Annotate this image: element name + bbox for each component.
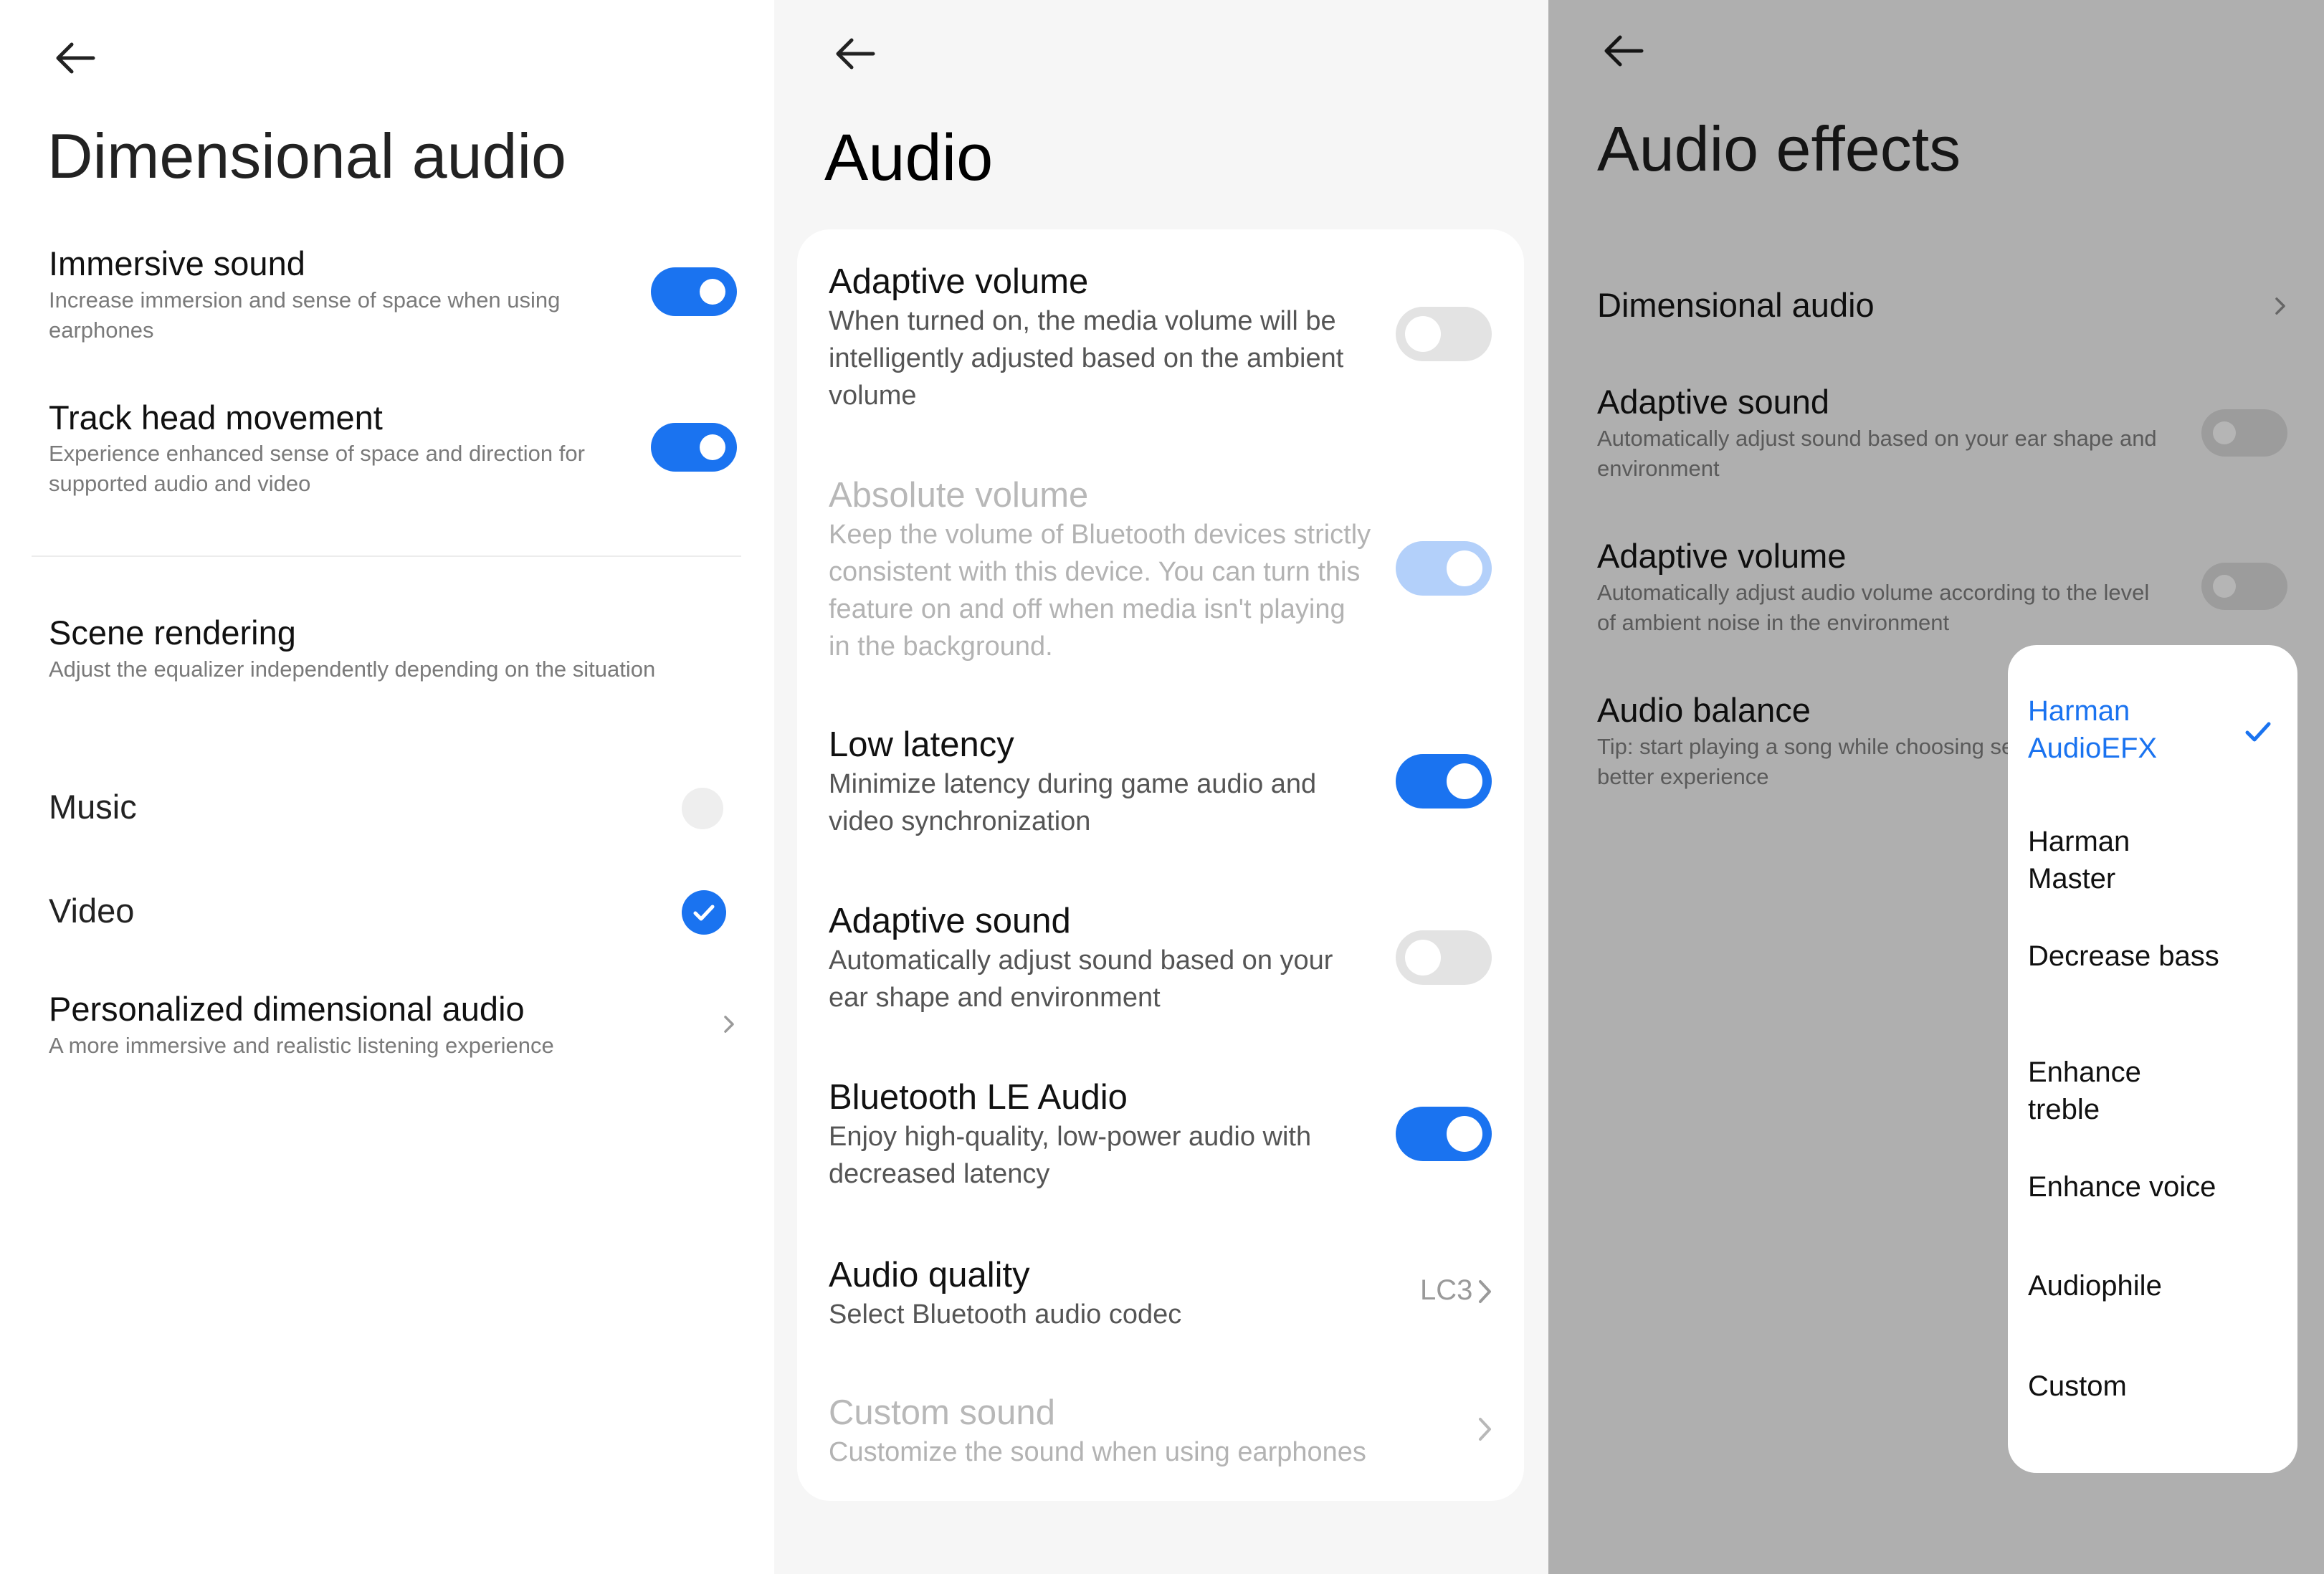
back-button[interactable]: [1599, 26, 1649, 76]
low-latency-subtitle: Minimize latency during game audio and v…: [829, 769, 1317, 836]
immersive-sound-toggle[interactable]: [651, 267, 737, 316]
option-video-label: Video: [49, 892, 135, 930]
low-latency-title: Low latency: [829, 725, 1014, 764]
menu-item-enhance-treble[interactable]: Enhance treble: [2028, 1054, 2171, 1128]
adaptive-volume-title: Adaptive volume: [1597, 537, 1847, 575]
bluetooth-le-audio-title: Bluetooth LE Audio: [829, 1078, 1128, 1117]
adaptive-sound-toggle[interactable]: [1396, 930, 1492, 985]
adaptive-volume-toggle[interactable]: [1396, 307, 1492, 361]
audio-quality-subtitle: Select Bluetooth audio codec: [829, 1299, 1182, 1330]
audio-balance-title: Audio balance: [1597, 691, 1811, 729]
menu-item-audiophile[interactable]: Audiophile: [2028, 1267, 2162, 1304]
adaptive-sound-title: Adaptive sound: [1597, 383, 1830, 421]
dimensional-audio-title: Dimensional audio: [1597, 286, 1875, 324]
audio-effect-dropdown: Harman AudioEFX Harman Master Decrease b…: [2008, 645, 2297, 1473]
track-head-movement-subtitle: Experience enhanced sense of space and d…: [49, 441, 585, 496]
track-head-movement-toggle[interactable]: [651, 423, 737, 472]
settings-card: Adaptive volume When turned on, the medi…: [797, 229, 1524, 1501]
arrow-left-icon: [836, 38, 875, 70]
adaptive-volume-title: Adaptive volume: [829, 262, 1089, 301]
radio-selected-check-icon[interactable]: [682, 890, 726, 935]
chevron-right-icon: [721, 1012, 737, 1036]
page-title: Dimensional audio: [47, 120, 566, 191]
page-title: Audio: [824, 121, 994, 194]
menu-item-decrease-bass[interactable]: Decrease bass: [2028, 938, 2219, 975]
custom-sound-subtitle: Customize the sound when using earphones: [829, 1437, 1366, 1467]
audio-quality-value: LC3: [1420, 1274, 1473, 1306]
arrow-left-icon: [56, 42, 95, 74]
adaptive-sound-subtitle: Automatically adjust sound based on your…: [1597, 426, 2157, 481]
back-button[interactable]: [50, 33, 100, 83]
audio-quality-title: Audio quality: [829, 1256, 1030, 1294]
bluetooth-le-audio-toggle[interactable]: [1396, 1107, 1492, 1161]
scene-rendering-title: Scene rendering: [49, 614, 296, 652]
page-title: Audio effects: [1597, 113, 1961, 184]
menu-item-custom[interactable]: Custom: [2028, 1368, 2127, 1405]
chevron-right-icon: [2272, 294, 2288, 318]
menu-item-enhance-voice[interactable]: Enhance voice: [2028, 1168, 2216, 1206]
adaptive-sound-subtitle: Automatically adjust sound based on your…: [829, 945, 1333, 1013]
option-music-label: Music: [49, 788, 137, 826]
immersive-sound-subtitle: Increase immersion and sense of space wh…: [49, 287, 561, 343]
audio-effects-panel: Audio effects Dimensional audio Adaptive…: [1548, 0, 2324, 1574]
adaptive-sound-toggle[interactable]: [2201, 409, 2287, 457]
menu-item-harman-master[interactable]: Harman Master: [2028, 823, 2171, 897]
track-head-movement-title: Track head movement: [49, 399, 383, 437]
radio-unselected-icon[interactable]: [682, 788, 723, 829]
absolute-volume-toggle: [1396, 541, 1492, 596]
back-button[interactable]: [830, 29, 880, 79]
chevron-right-icon: [1475, 1277, 1494, 1306]
check-icon: [2242, 715, 2275, 748]
absolute-volume-subtitle: Keep the volume of Bluetooth devices str…: [829, 520, 1371, 662]
low-latency-toggle[interactable]: [1396, 754, 1492, 809]
bluetooth-le-audio-subtitle: Enjoy high-quality, low-power audio with…: [829, 1122, 1312, 1189]
audio-panel: Audio Adaptive volume When turned on, th…: [774, 0, 1548, 1574]
chevron-right-icon: [1475, 1415, 1494, 1444]
adaptive-volume-toggle[interactable]: [2201, 563, 2287, 610]
adaptive-sound-title: Adaptive sound: [829, 902, 1071, 940]
personalized-subtitle: A more immersive and realistic listening…: [49, 1033, 554, 1058]
personalized-title: Personalized dimensional audio: [49, 990, 525, 1028]
divider: [32, 555, 741, 557]
absolute-volume-title: Absolute volume: [829, 476, 1089, 515]
arrow-left-icon: [1604, 35, 1644, 67]
adaptive-volume-subtitle: When turned on, the media volume will be…: [829, 306, 1344, 411]
adaptive-volume-subtitle: Automatically adjust audio volume accord…: [1597, 580, 2150, 635]
dimensional-audio-panel: Dimensional audio Immersive sound Increa…: [0, 0, 774, 1574]
custom-sound-title: Custom sound: [829, 1393, 1055, 1432]
immersive-sound-title: Immersive sound: [49, 244, 305, 282]
scene-rendering-subtitle: Adjust the equalizer independently depen…: [49, 657, 656, 682]
menu-item-harman-audioefx[interactable]: Harman AudioEFX: [2028, 692, 2229, 767]
